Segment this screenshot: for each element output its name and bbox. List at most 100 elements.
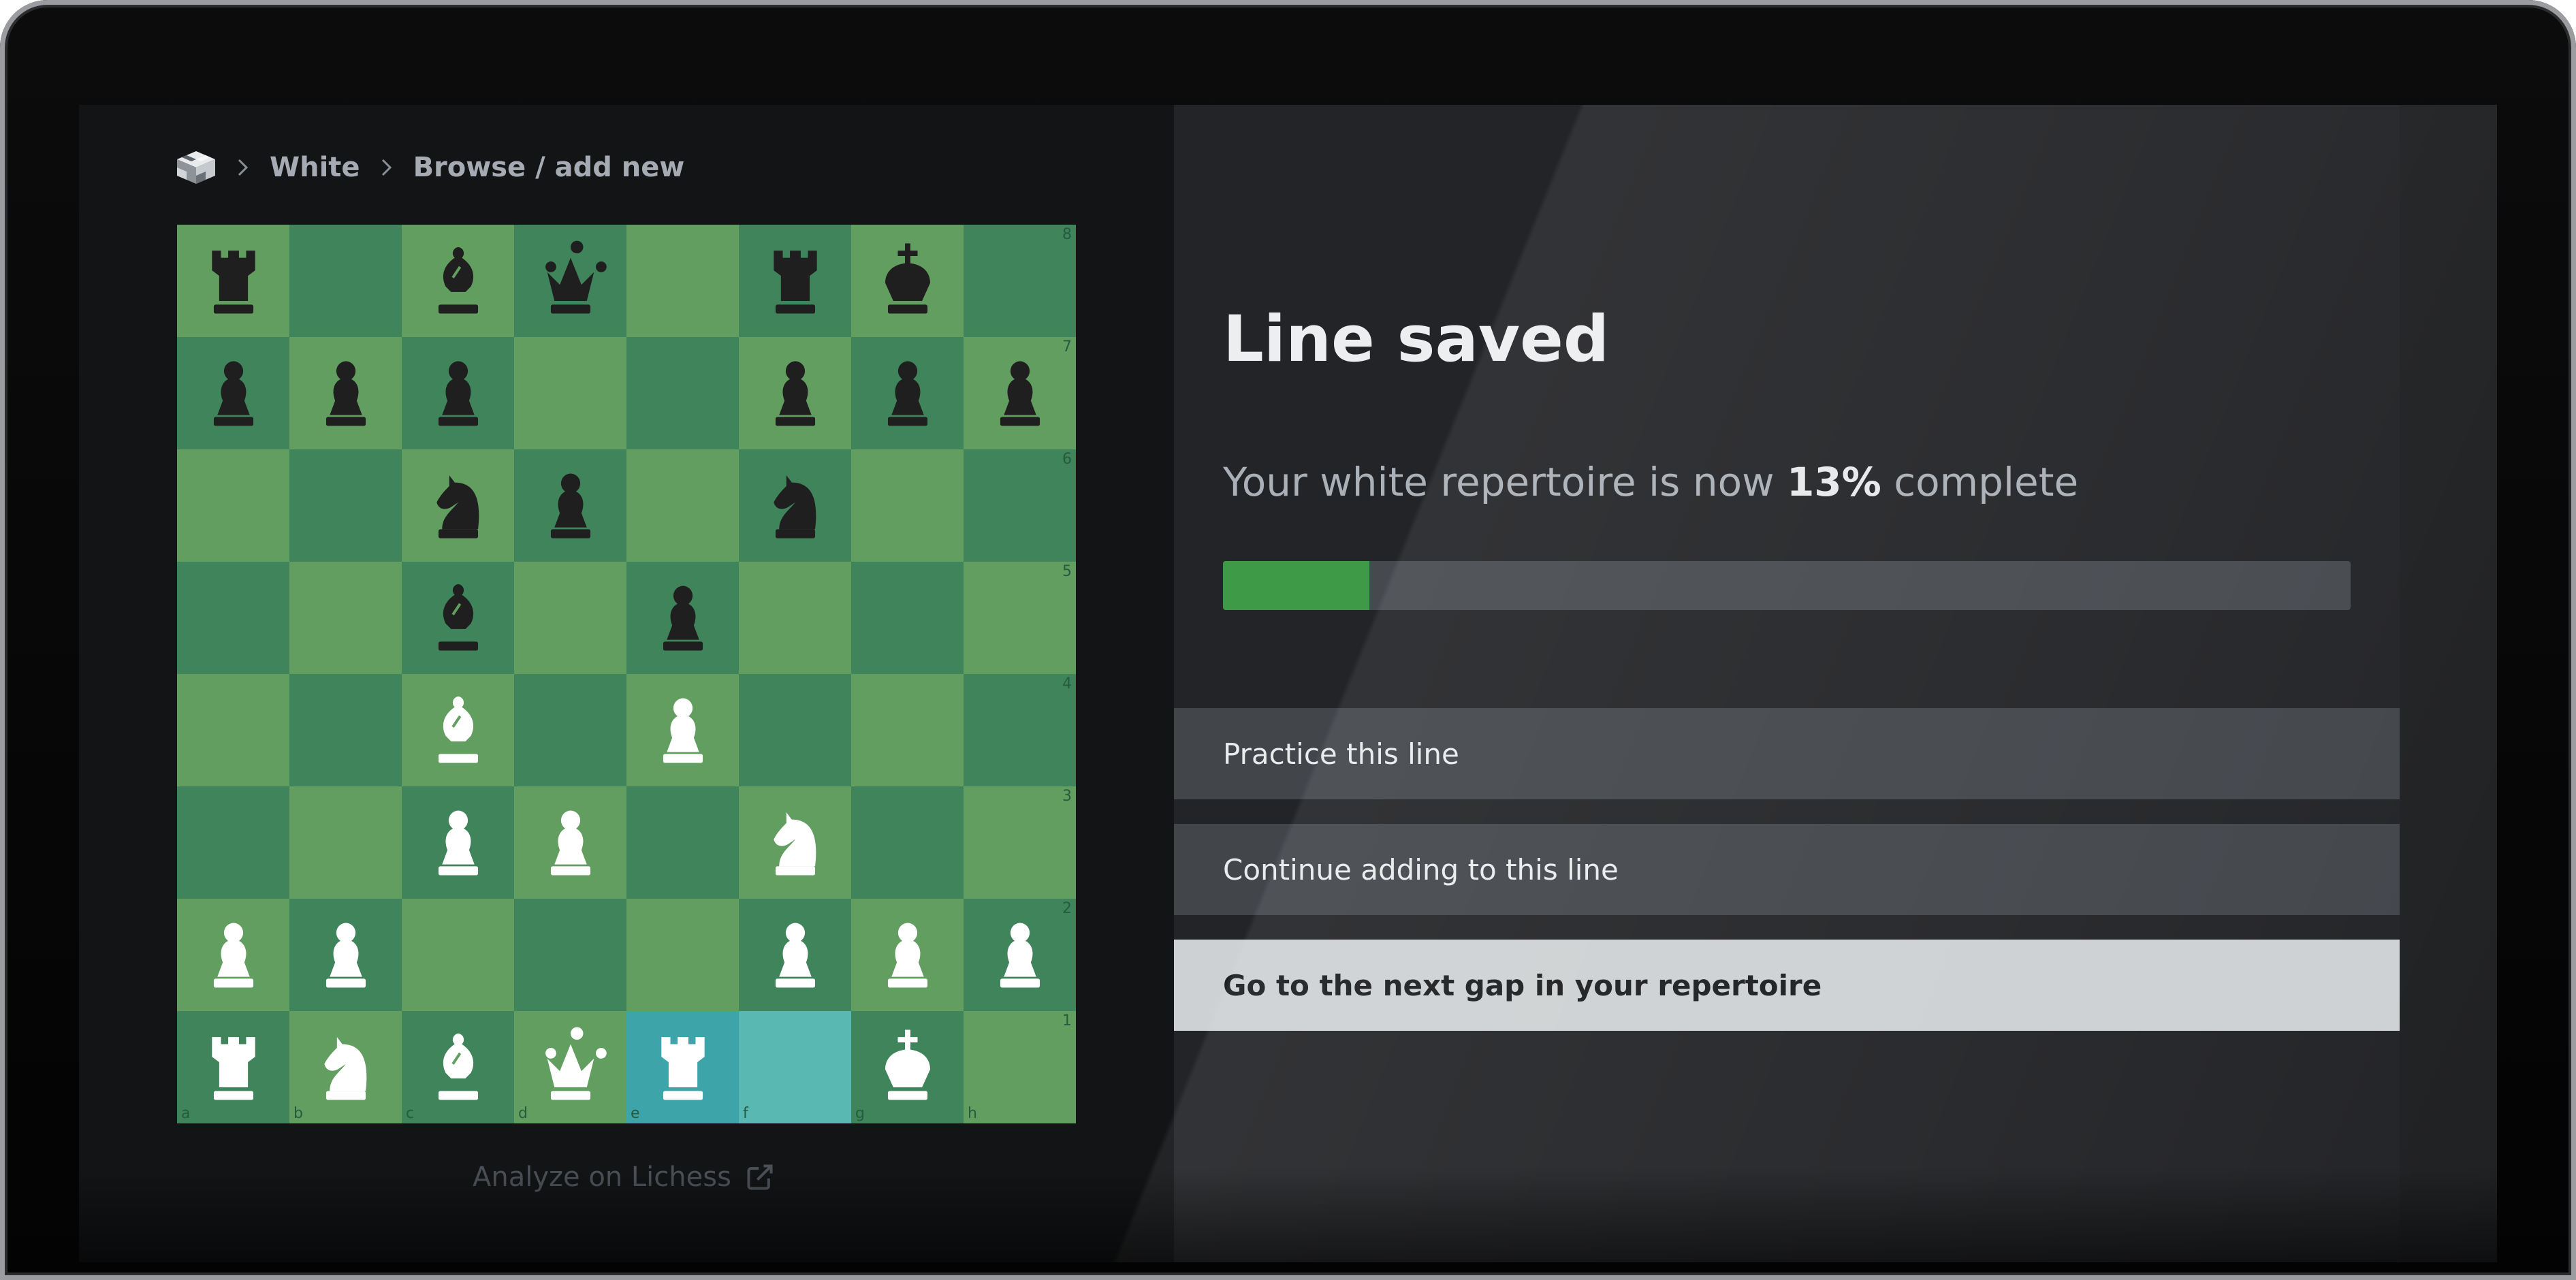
checkered-cube-logo-icon[interactable] (176, 150, 217, 185)
square-b5[interactable] (289, 562, 402, 674)
white-rook-icon[interactable] (638, 1023, 728, 1113)
white-queen-icon[interactable] (526, 1023, 616, 1113)
white-pawn-icon[interactable] (526, 798, 616, 888)
square-b7[interactable] (289, 337, 402, 449)
next-gap-button[interactable]: Go to the next gap in your repertoire (1174, 940, 2400, 1031)
square-g2[interactable] (851, 899, 964, 1011)
white-knight-icon[interactable] (750, 798, 840, 888)
square-h1[interactable]: 1h (964, 1011, 1076, 1123)
square-h2[interactable]: 2 (964, 899, 1076, 1011)
practice-line-button[interactable]: Practice this line (1174, 708, 2400, 799)
square-c7[interactable] (402, 337, 514, 449)
square-c2[interactable] (402, 899, 514, 1011)
square-c1[interactable]: c (402, 1011, 514, 1123)
white-pawn-icon[interactable] (413, 798, 503, 888)
breadcrumb-item-white[interactable]: White (270, 152, 360, 183)
square-e2[interactable] (626, 899, 739, 1011)
square-g4[interactable] (851, 674, 964, 786)
square-c4[interactable] (402, 674, 514, 786)
white-king-icon[interactable] (863, 1023, 953, 1113)
square-f4[interactable] (739, 674, 851, 786)
square-e8[interactable] (626, 225, 739, 337)
black-pawn-icon[interactable] (413, 349, 503, 438)
white-pawn-icon[interactable] (863, 910, 953, 1000)
black-bishop-icon[interactable] (413, 236, 503, 326)
white-pawn-icon[interactable] (638, 686, 728, 775)
square-a4[interactable] (177, 674, 289, 786)
square-g7[interactable] (851, 337, 964, 449)
white-pawn-icon[interactable] (301, 910, 391, 1000)
square-e4[interactable] (626, 674, 739, 786)
square-a1[interactable]: a (177, 1011, 289, 1123)
white-pawn-icon[interactable] (189, 910, 279, 1000)
black-bishop-icon[interactable] (413, 573, 503, 663)
square-e6[interactable] (626, 449, 739, 562)
black-pawn-icon[interactable] (301, 349, 391, 438)
square-a2[interactable] (177, 899, 289, 1011)
square-f5[interactable] (739, 562, 851, 674)
square-e5[interactable] (626, 562, 739, 674)
square-d2[interactable] (514, 899, 626, 1011)
square-c5[interactable] (402, 562, 514, 674)
square-c8[interactable] (402, 225, 514, 337)
square-h3[interactable]: 3 (964, 786, 1076, 899)
white-knight-icon[interactable] (301, 1023, 391, 1113)
square-d7[interactable] (514, 337, 626, 449)
square-h8[interactable]: 8 (964, 225, 1076, 337)
square-b6[interactable] (289, 449, 402, 562)
black-pawn-icon[interactable] (189, 349, 279, 438)
square-d4[interactable] (514, 674, 626, 786)
square-c6[interactable] (402, 449, 514, 562)
chess-board[interactable]: 8765432abcdefg1h (177, 225, 1076, 1123)
black-pawn-icon[interactable] (863, 349, 953, 438)
square-g3[interactable] (851, 786, 964, 899)
black-pawn-icon[interactable] (638, 573, 728, 663)
black-rook-icon[interactable] (750, 236, 840, 326)
square-f6[interactable] (739, 449, 851, 562)
black-pawn-icon[interactable] (526, 461, 616, 551)
square-h4[interactable]: 4 (964, 674, 1076, 786)
square-e1[interactable]: e (626, 1011, 739, 1123)
square-d8[interactable] (514, 225, 626, 337)
square-a3[interactable] (177, 786, 289, 899)
continue-adding-button[interactable]: Continue adding to this line (1174, 824, 2400, 915)
square-b1[interactable]: b (289, 1011, 402, 1123)
square-a5[interactable] (177, 562, 289, 674)
square-a8[interactable] (177, 225, 289, 337)
square-c3[interactable] (402, 786, 514, 899)
black-pawn-icon[interactable] (975, 349, 1065, 438)
square-g8[interactable] (851, 225, 964, 337)
white-bishop-icon[interactable] (413, 686, 503, 775)
square-e7[interactable] (626, 337, 739, 449)
square-a6[interactable] (177, 449, 289, 562)
square-d1[interactable]: d (514, 1011, 626, 1123)
square-f8[interactable] (739, 225, 851, 337)
white-bishop-icon[interactable] (413, 1023, 503, 1113)
analyze-on-lichess-link[interactable]: Analyze on Lichess (473, 1162, 775, 1193)
black-king-icon[interactable] (863, 236, 953, 326)
square-f3[interactable] (739, 786, 851, 899)
square-f7[interactable] (739, 337, 851, 449)
square-f2[interactable] (739, 899, 851, 1011)
square-b8[interactable] (289, 225, 402, 337)
square-h7[interactable]: 7 (964, 337, 1076, 449)
square-h5[interactable]: 5 (964, 562, 1076, 674)
square-h6[interactable]: 6 (964, 449, 1076, 562)
white-pawn-icon[interactable] (750, 910, 840, 1000)
square-e3[interactable] (626, 786, 739, 899)
black-knight-icon[interactable] (750, 461, 840, 551)
square-g5[interactable] (851, 562, 964, 674)
square-a7[interactable] (177, 337, 289, 449)
square-b3[interactable] (289, 786, 402, 899)
breadcrumb-item-browse[interactable]: Browse / add new (413, 152, 685, 183)
square-d3[interactable] (514, 786, 626, 899)
black-rook-icon[interactable] (189, 236, 279, 326)
square-b2[interactable] (289, 899, 402, 1011)
square-d6[interactable] (514, 449, 626, 562)
white-pawn-icon[interactable] (975, 910, 1065, 1000)
square-g6[interactable] (851, 449, 964, 562)
black-knight-icon[interactable] (413, 461, 503, 551)
square-g1[interactable]: g (851, 1011, 964, 1123)
white-rook-icon[interactable] (189, 1023, 279, 1113)
black-pawn-icon[interactable] (750, 349, 840, 438)
